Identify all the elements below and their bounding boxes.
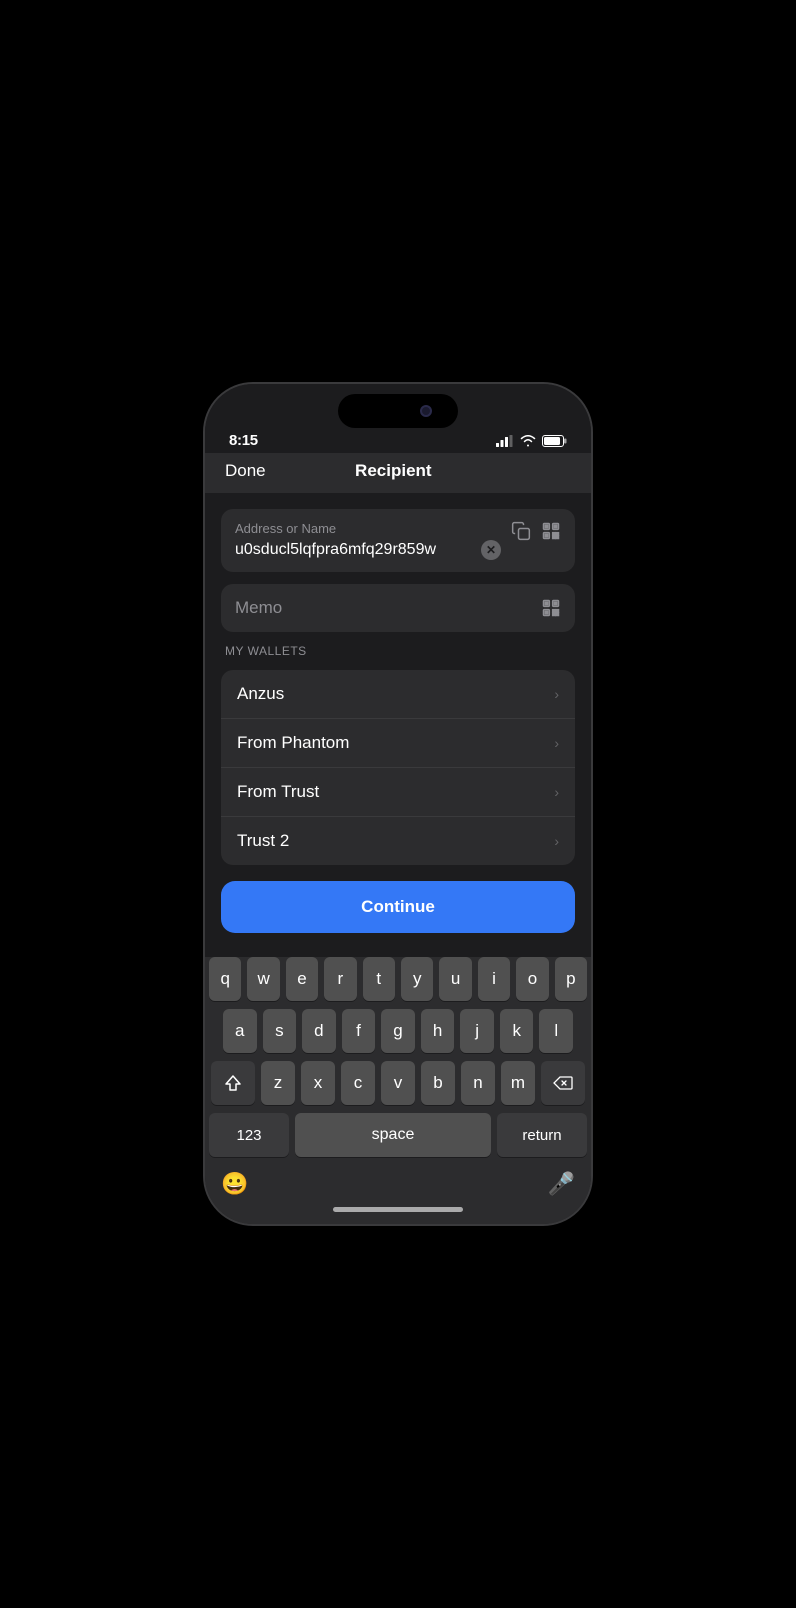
wallet-name-anzus: Anzus: [237, 684, 284, 704]
wallet-item-anzus[interactable]: Anzus ›: [221, 670, 575, 719]
nav-bar: Done Recipient: [205, 453, 591, 493]
mic-button[interactable]: 🎤: [548, 1171, 575, 1197]
key-u[interactable]: u: [439, 957, 471, 1001]
keyboard-extras: 😀 🎤: [205, 1165, 591, 1201]
key-o[interactable]: o: [516, 957, 548, 1001]
chevron-icon-anzus: ›: [554, 686, 559, 702]
key-v[interactable]: v: [381, 1061, 415, 1105]
content-area: Address or Name u0sducl5lqfpra6mfq29r859…: [205, 493, 591, 957]
address-field-container[interactable]: Address or Name u0sducl5lqfpra6mfq29r859…: [221, 509, 575, 572]
chevron-icon-from-trust: ›: [554, 784, 559, 800]
wifi-icon: [520, 435, 536, 447]
chevron-icon-from-phantom: ›: [554, 735, 559, 751]
memo-qr-icon[interactable]: [541, 598, 561, 618]
battery-icon: [542, 435, 567, 447]
key-l[interactable]: l: [539, 1009, 573, 1053]
key-t[interactable]: t: [363, 957, 395, 1001]
key-n[interactable]: n: [461, 1061, 495, 1105]
address-value-row: u0sducl5lqfpra6mfq29r859w ✕: [235, 540, 501, 560]
wallet-item-trust2[interactable]: Trust 2 ›: [221, 817, 575, 865]
space-key[interactable]: space: [295, 1113, 491, 1157]
wallet-item-from-trust[interactable]: From Trust ›: [221, 768, 575, 817]
return-key[interactable]: return: [497, 1113, 587, 1157]
key-m[interactable]: m: [501, 1061, 535, 1105]
paste-icon[interactable]: [511, 521, 531, 541]
page-title: Recipient: [355, 461, 432, 481]
address-field-inner: Address or Name u0sducl5lqfpra6mfq29r859…: [235, 521, 501, 560]
address-input[interactable]: u0sducl5lqfpra6mfq29r859w: [235, 541, 475, 559]
key-b[interactable]: b: [421, 1061, 455, 1105]
address-action-icons: [511, 521, 561, 541]
key-i[interactable]: i: [478, 957, 510, 1001]
key-s[interactable]: s: [263, 1009, 297, 1053]
key-d[interactable]: d: [302, 1009, 336, 1053]
delete-key[interactable]: [541, 1061, 585, 1105]
keyboard-bottom-row: 123 space return: [205, 1113, 591, 1157]
key-j[interactable]: j: [460, 1009, 494, 1053]
phone-frame: 8:15 Done Recipient: [203, 382, 593, 1226]
home-indicator: [333, 1207, 463, 1212]
keyboard-area: q w e r t y u i o p a s d f g h j k l: [205, 957, 591, 1224]
wallet-name-from-trust: From Trust: [237, 782, 319, 802]
wallet-item-from-phantom[interactable]: From Phantom ›: [221, 719, 575, 768]
chevron-icon-trust2: ›: [554, 833, 559, 849]
key-r[interactable]: r: [324, 957, 356, 1001]
wallet-list: Anzus › From Phantom › From Trust › Trus…: [221, 670, 575, 865]
clear-address-button[interactable]: ✕: [481, 540, 501, 560]
shift-key[interactable]: [211, 1061, 255, 1105]
dynamic-island: [338, 394, 458, 428]
wallet-name-from-phantom: From Phantom: [237, 733, 349, 753]
key-z[interactable]: z: [261, 1061, 295, 1105]
keyboard-row-3: z x c v b n m: [205, 1061, 591, 1105]
memo-field[interactable]: Memo: [221, 584, 575, 632]
emoji-button[interactable]: 😀: [221, 1171, 248, 1197]
status-time: 8:15: [229, 432, 258, 449]
memo-placeholder: Memo: [235, 598, 282, 618]
camera-dot: [420, 405, 432, 417]
key-p[interactable]: p: [555, 957, 587, 1001]
key-c[interactable]: c: [341, 1061, 375, 1105]
key-q[interactable]: q: [209, 957, 241, 1001]
key-h[interactable]: h: [421, 1009, 455, 1053]
numbers-key[interactable]: 123: [209, 1113, 289, 1157]
keyboard-row-1: q w e r t y u i o p: [205, 957, 591, 1001]
key-w[interactable]: w: [247, 957, 279, 1001]
qr-scan-icon[interactable]: [541, 521, 561, 541]
key-k[interactable]: k: [500, 1009, 534, 1053]
keyboard-row-2: a s d f g h j k l: [205, 1009, 591, 1053]
continue-label: Continue: [361, 897, 435, 916]
key-f[interactable]: f: [342, 1009, 376, 1053]
status-icons: [496, 435, 567, 447]
key-x[interactable]: x: [301, 1061, 335, 1105]
done-button[interactable]: Done: [225, 461, 266, 481]
key-y[interactable]: y: [401, 957, 433, 1001]
wallet-name-trust2: Trust 2: [237, 831, 289, 851]
address-label: Address or Name: [235, 521, 501, 536]
continue-button[interactable]: Continue: [221, 881, 575, 933]
key-g[interactable]: g: [381, 1009, 415, 1053]
key-e[interactable]: e: [286, 957, 318, 1001]
signal-icon: [496, 435, 514, 447]
wallets-section-label: MY WALLETS: [221, 644, 575, 658]
key-a[interactable]: a: [223, 1009, 257, 1053]
